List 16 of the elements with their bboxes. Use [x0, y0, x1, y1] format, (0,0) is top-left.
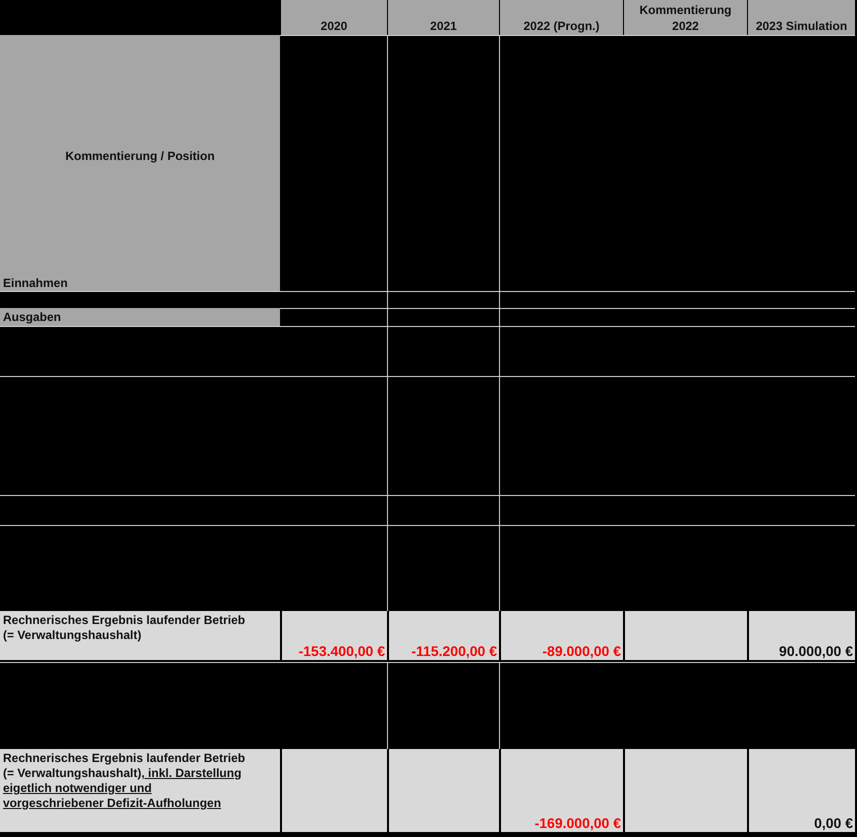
table-cell: 0,00 €: [747, 749, 855, 834]
table-cell: -115.200,00 €: [387, 611, 499, 662]
row-label: Rechnerisches Ergebnis laufender Betrieb (= Verwaltungshaushalt): [0, 611, 280, 662]
table-cell: -153.400,00 €: [280, 611, 387, 662]
table-cell: -89.000,00 €: [499, 611, 623, 662]
column-header: Kommentierung 2022: [623, 0, 747, 35]
column-header: 2021: [387, 0, 499, 35]
column-header: 2022 (Progn.): [499, 0, 623, 35]
row-label: Kommentierung / Position: [64, 148, 216, 164]
column-header: 2023 Simulation: [747, 0, 855, 35]
row-label: Rechnerisches Ergebnis laufender Betrieb (= Verwaltungshaushalt), inkl. Darstellung eigetlich notwendiger und vorgeschriebener Defizit-Aufholungen: [0, 749, 280, 834]
row-label: Ausgaben: [0, 308, 280, 326]
row-label: Einnahmen: [2, 276, 69, 291]
column-header: 2020: [280, 0, 387, 35]
table-cell: 90.000,00 €: [747, 611, 855, 662]
table-cell: -169.000,00 €: [499, 749, 623, 834]
